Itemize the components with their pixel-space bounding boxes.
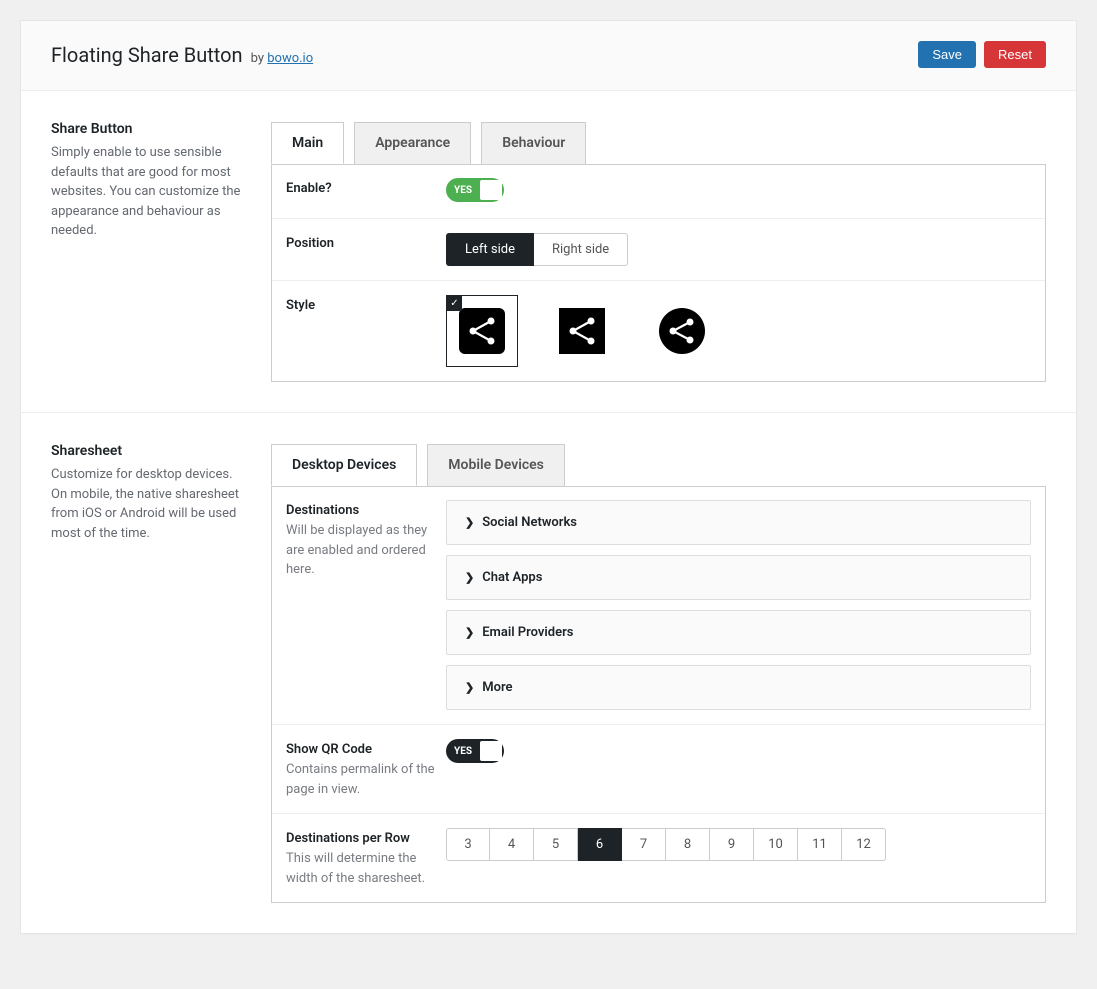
section-desc: Customize for desktop devices. On mobile… [51,465,251,543]
toggle-knob [480,741,502,761]
per-row-11[interactable]: 11 [798,828,842,861]
per-row-7[interactable]: 7 [622,828,666,861]
style-option-rounded-square[interactable]: ✓ [446,295,518,367]
share-icon-circle [659,308,705,354]
section-title: Share Button [51,121,251,137]
per-row-9[interactable]: 9 [710,828,754,861]
header-actions: Save Reset [918,41,1046,68]
enable-label: Enable? [286,181,446,196]
tab-main[interactable]: Main [271,122,344,164]
field-qr: Show QR Code Contains permalink of the p… [272,725,1045,814]
share-button-tabs: Main Appearance Behaviour [271,122,1046,165]
title-wrap: Floating Share Button by bowo.io [51,43,313,67]
position-label: Position [286,236,446,251]
section-sharesheet: Sharesheet Customize for desktop devices… [21,413,1076,933]
tab-content-desktop: Destinations Will be displayed as they a… [271,486,1046,903]
field-style: Style ✓ [272,281,1045,381]
style-picker: ✓ [446,295,1031,367]
qr-toggle[interactable]: YES [446,739,504,763]
destinations-label: Destinations [286,503,446,518]
position-left[interactable]: Left side [446,233,534,266]
field-enable: Enable? YES [272,164,1045,219]
section-desc: Simply enable to use sensible defaults t… [51,143,251,241]
share-icon-rounded-square [459,308,505,354]
style-option-circle[interactable] [646,295,718,367]
toggle-text: YES [454,746,472,757]
tab-behaviour[interactable]: Behaviour [481,122,586,164]
per-row-label: Destinations per Row [286,831,446,846]
style-option-square[interactable] [546,295,618,367]
panel-header: Floating Share Button by bowo.io Save Re… [21,21,1076,91]
check-icon: ✓ [447,296,462,311]
accordion-email-providers[interactable]: ❯ Email Providers [446,610,1031,655]
chevron-right-icon: ❯ [465,516,474,529]
author-link[interactable]: bowo.io [267,51,313,66]
per-row-4[interactable]: 4 [490,828,534,861]
accordion-more[interactable]: ❯ More [446,665,1031,710]
enable-toggle[interactable]: YES [446,178,504,202]
reset-button[interactable]: Reset [984,41,1046,68]
style-label: Style [286,298,446,313]
qr-desc: Contains permalink of the page in view. [286,760,446,799]
tab-desktop[interactable]: Desktop Devices [271,444,417,486]
byline: by bowo.io [251,51,314,66]
field-position: Position Left side Right side [272,219,1045,281]
destinations-accordion: ❯ Social Networks ❯ Chat Apps ❯ Email Pr… [446,500,1031,710]
field-destinations: Destinations Will be displayed as they a… [272,486,1045,725]
chevron-right-icon: ❯ [465,626,474,639]
per-row-6[interactable]: 6 [578,828,622,861]
section-title: Sharesheet [51,443,251,459]
save-button[interactable]: Save [918,41,976,68]
tab-mobile[interactable]: Mobile Devices [427,444,565,486]
chevron-right-icon: ❯ [465,681,474,694]
destinations-desc: Will be displayed as they are enabled an… [286,521,446,580]
section-side: Sharesheet Customize for desktop devices… [51,443,251,903]
section-side: Share Button Simply enable to use sensib… [51,121,251,382]
per-row-12[interactable]: 12 [842,828,886,861]
field-per-row: Destinations per Row This will determine… [272,814,1045,902]
toggle-text: YES [454,185,472,196]
qr-label: Show QR Code [286,742,446,757]
section-share-button: Share Button Simply enable to use sensib… [21,91,1076,413]
accordion-social-networks[interactable]: ❯ Social Networks [446,500,1031,545]
per-row-5[interactable]: 5 [534,828,578,861]
page-title: Floating Share Button [51,43,243,67]
position-right[interactable]: Right side [534,233,628,266]
tab-appearance[interactable]: Appearance [354,122,471,164]
tab-content-main: Enable? YES Position Left side [271,164,1046,382]
toggle-knob [480,180,502,200]
per-row-buttonset: 3 4 5 6 7 8 9 10 11 12 [446,828,886,861]
position-buttonset: Left side Right side [446,233,628,266]
per-row-3[interactable]: 3 [446,828,490,861]
chevron-right-icon: ❯ [465,571,474,584]
accordion-chat-apps[interactable]: ❯ Chat Apps [446,555,1031,600]
settings-panel: Floating Share Button by bowo.io Save Re… [20,20,1077,934]
sharesheet-tabs: Desktop Devices Mobile Devices [271,444,1046,487]
per-row-desc: This will determine the width of the sha… [286,849,446,888]
per-row-10[interactable]: 10 [754,828,798,861]
share-icon-square [559,308,605,354]
per-row-8[interactable]: 8 [666,828,710,861]
